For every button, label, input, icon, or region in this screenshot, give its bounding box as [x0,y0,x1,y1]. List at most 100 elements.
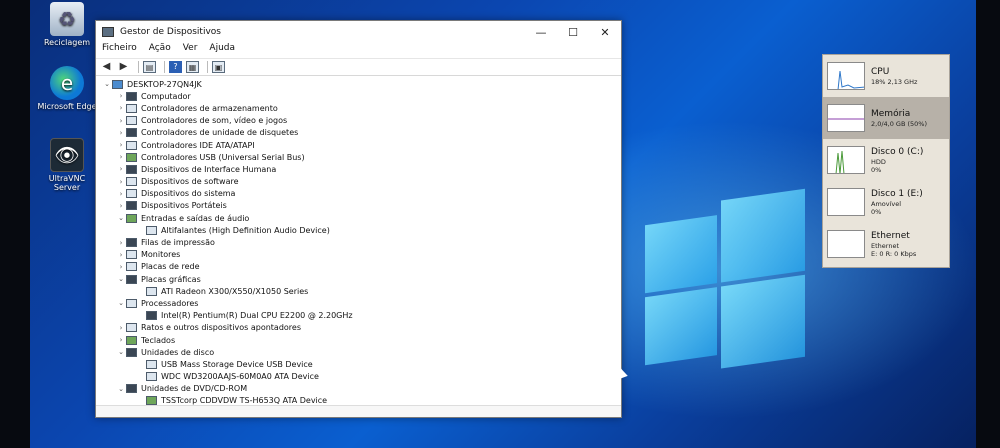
expand-chevron-icon[interactable]: › [116,190,126,198]
collapse-chevron-icon[interactable]: ⌄ [116,385,126,393]
properties-icon[interactable]: ▤ [143,61,156,73]
expand-chevron-icon[interactable]: › [116,336,126,344]
tree-category[interactable]: › Dispositivos do sistema [96,188,621,200]
expand-chevron-icon[interactable]: › [116,129,126,137]
tree-category[interactable]: ⌄ Unidades de disco [96,346,621,358]
expand-chevron-icon[interactable]: › [116,117,126,125]
tree-category[interactable]: ⌄ Unidades de DVD/CD-ROM [96,383,621,395]
tree-category[interactable]: › Controladores USB (Universal Serial Bus… [96,151,621,163]
perf-item-value: 0% [871,165,882,174]
tree-device[interactable]: WDC WD3200AAJS-60M0A0 ATA Device [96,371,621,383]
expand-chevron-icon[interactable]: › [116,153,126,161]
tree-item-label: Unidades de DVD/CD-ROM [141,384,248,394]
tree-item-label: Controladores de armazenamento [141,103,278,113]
tree-item-label: Unidades de disco [141,347,215,357]
collapse-chevron-icon[interactable]: ⌄ [116,275,126,283]
tree-category[interactable]: › Filas de impressão [96,236,621,248]
tree-device[interactable]: Altifalantes (High Definition Audio Devi… [96,224,621,236]
tree-device[interactable]: ATI Radeon X300/X550/X1050 Series [96,285,621,297]
device-icon [126,201,137,211]
menu-view[interactable]: Ver [183,43,198,58]
tree-category[interactable]: › Controladores de armazenamento [96,102,621,114]
device-icon [126,274,137,284]
perf-item-name: Disco 0 (C:) [871,146,924,157]
tree-item-label: ATI Radeon X300/X550/X1050 Series [161,286,309,296]
expand-chevron-icon[interactable]: › [116,202,126,210]
close-button[interactable]: ✕ [589,26,621,39]
tree-category[interactable]: › Computador [96,90,621,102]
perf-item[interactable]: Disco 1 (E:) Amovível 0% [823,181,949,223]
collapse-chevron-icon[interactable]: ⌄ [116,214,126,222]
tree-item-label: Controladores de som, vídeo e jogos [141,116,288,126]
desktop-icon-label: UltraVNC Server [48,174,86,192]
tree-category[interactable]: ⌄ Processadores [96,297,621,309]
help-icon[interactable]: ? [169,61,182,73]
tree-category[interactable]: › Dispositivos de software [96,176,621,188]
desktop-icon-recycle-bin[interactable]: ♻ Reciclagem [36,2,98,47]
device-icon [126,238,137,248]
perf-item-detail: Amovível [871,199,902,208]
expand-chevron-icon[interactable]: › [116,178,126,186]
computer-icon [112,79,123,89]
minimize-button[interactable]: — [525,26,557,39]
tree-item-label: WDC WD3200AAJS-60M0A0 ATA Device [161,372,319,382]
desktop-icon-ultravnc[interactable]: 👁 UltraVNC Server [36,138,98,192]
expand-chevron-icon[interactable]: › [116,104,126,112]
desktop-icon-edge[interactable]: e Microsoft Edge [36,66,98,111]
perf-item[interactable]: Memória 2,0/4,0 GB (50%) [823,97,949,139]
perf-graph [827,104,865,132]
tree-device[interactable]: Intel(R) Pentium(R) Dual CPU E2200 @ 2.2… [96,310,621,322]
device-icon [126,298,137,308]
device-icon [126,91,137,101]
collapse-chevron-icon[interactable]: ⌄ [116,348,126,356]
tree-item-label: Monitores [141,250,181,260]
tree-item-label: Computador [141,91,191,101]
device-tree: ⌄ DESKTOP-27QN4JK › Computador › Controlado… [96,76,621,407]
tree-category[interactable]: ⌄ Entradas e saídas de áudio [96,212,621,224]
expand-chevron-icon[interactable]: › [116,92,126,100]
device-icon [126,103,137,113]
tree-category[interactable]: › Placas de rede [96,261,621,273]
forward-arrow-icon[interactable]: ▶ [117,61,130,73]
tree-category[interactable]: › Controladores de unidade de disquetes [96,127,621,139]
tree-category[interactable]: › Monitores [96,249,621,261]
device-icon [146,372,157,382]
expand-chevron-icon[interactable]: › [116,263,126,271]
tree-category[interactable]: › Dispositivos de Interface Humana [96,163,621,175]
expand-chevron-icon[interactable]: › [116,141,126,149]
title-bar[interactable]: Gestor de Dispositivos — ☐ ✕ [96,21,621,43]
tree-category[interactable]: › Controladores IDE ATA/ATAPI [96,139,621,151]
tree-item-label: Ratos e outros dispositivos apontadores [141,323,302,333]
scan-hardware-icon[interactable]: ▣ [212,61,225,73]
collapse-chevron-icon[interactable]: ⌄ [102,80,112,88]
perf-item[interactable]: Ethernet Ethernet E: 0 R: 0 Kbps [823,223,949,265]
tree-root[interactable]: ⌄ DESKTOP-27QN4JK [96,78,621,90]
menu-action[interactable]: Ação [149,43,171,58]
tree-item-label: Entradas e saídas de áudio [141,213,250,223]
expand-chevron-icon[interactable]: › [116,239,126,247]
menu-help[interactable]: Ajuda [209,43,235,58]
tree-category[interactable]: › Dispositivos Portáteis [96,200,621,212]
menu-bar: Ficheiro Ação Ver Ajuda [96,43,621,58]
perf-item[interactable]: Disco 0 (C:) HDD 0% [823,139,949,181]
monitor-bezel-left [0,0,30,448]
maximize-button[interactable]: ☐ [557,26,589,39]
menu-file[interactable]: Ficheiro [102,43,137,58]
expand-chevron-icon[interactable]: › [116,251,126,259]
perf-item[interactable]: CPU 18% 2,13 GHz [823,55,949,97]
tree-item-label: Controladores de unidade de disquetes [141,128,299,138]
perf-graph [827,62,865,90]
tree-category[interactable]: › Controladores de som, vídeo e jogos [96,115,621,127]
expand-chevron-icon[interactable]: › [116,324,126,332]
expand-chevron-icon[interactable]: › [116,165,126,173]
tree-category[interactable]: ⌄ Placas gráficas [96,273,621,285]
collapse-chevron-icon[interactable]: ⌄ [116,299,126,307]
show-hidden-icon[interactable]: ▦ [186,61,199,73]
tree-device[interactable]: USB Mass Storage Device USB Device [96,358,621,370]
back-arrow-icon[interactable]: ◀ [100,61,113,73]
tree-category[interactable]: › Teclados [96,334,621,346]
perf-item-name: Memória [871,108,911,119]
device-icon [126,384,137,394]
tree-category[interactable]: › Ratos e outros dispositivos apontadores [96,322,621,334]
device-icon [126,128,137,138]
